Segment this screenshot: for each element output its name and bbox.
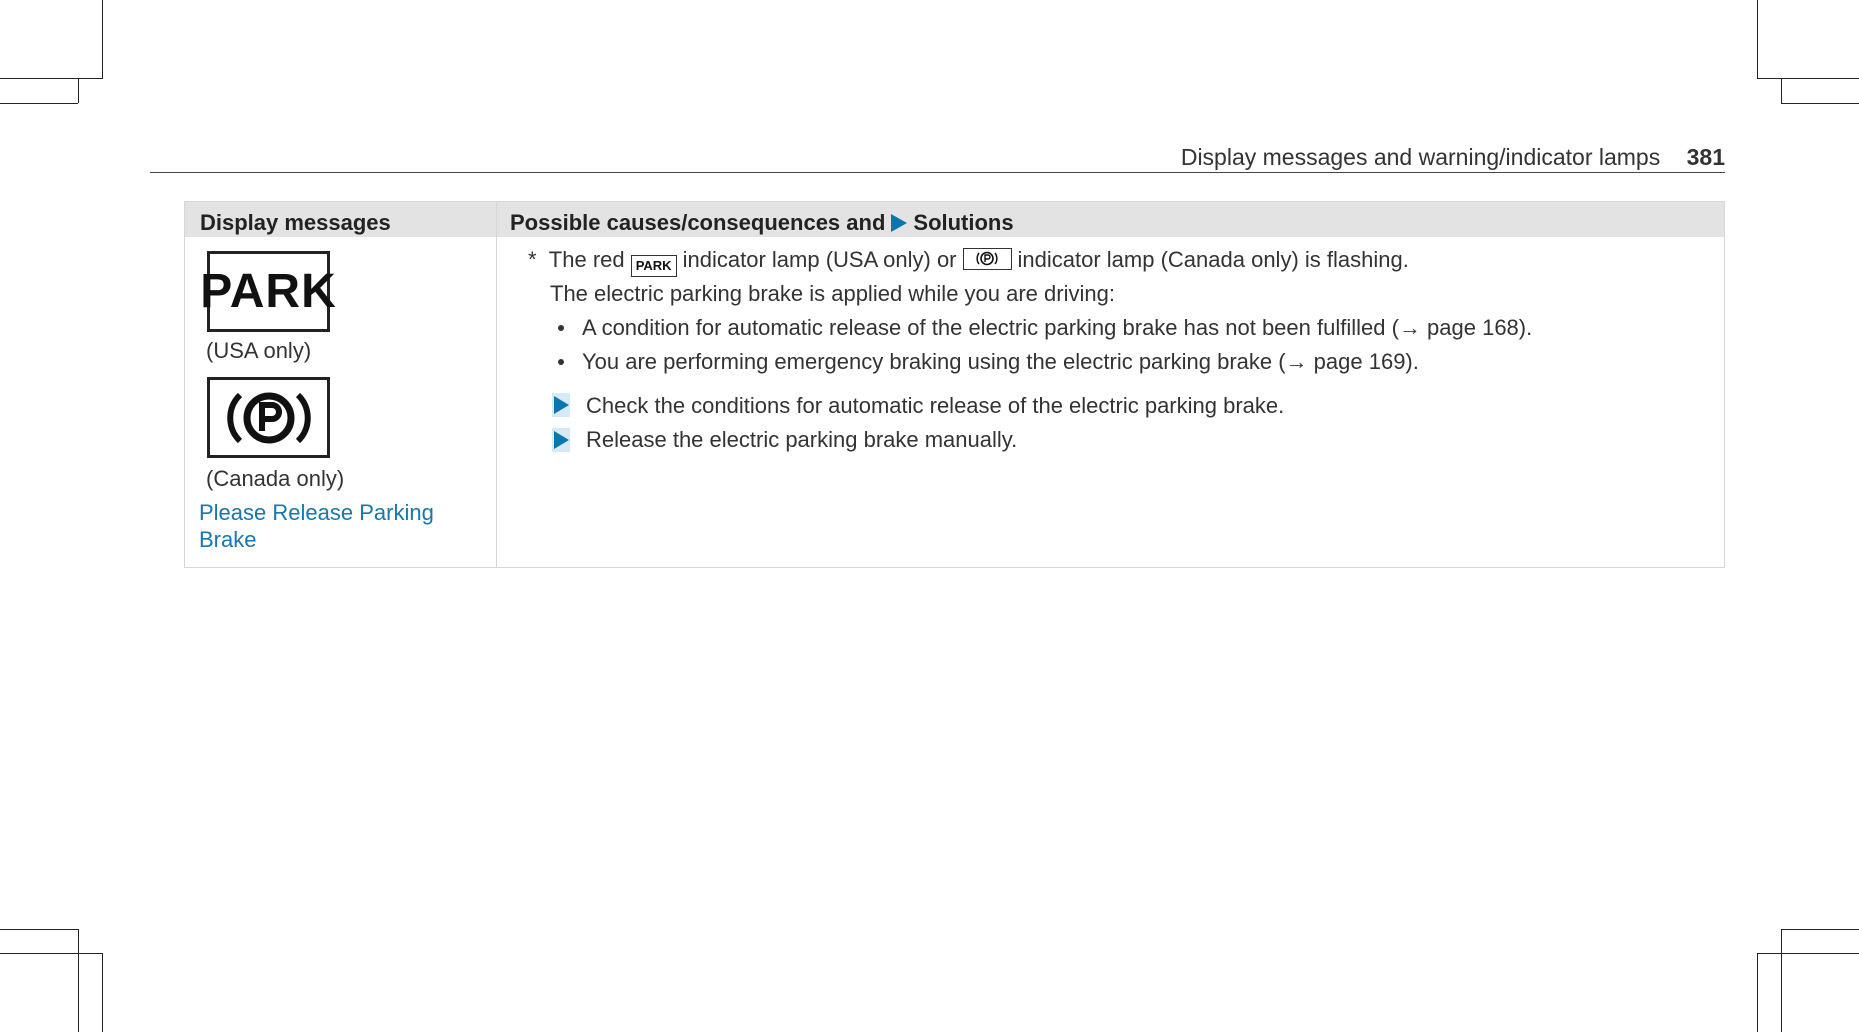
page-number: 381 — [1686, 144, 1725, 170]
display-message-text: Please Release Parking Brake — [199, 500, 434, 552]
header-solutions-label: Solutions — [913, 210, 1014, 235]
parking-brake-p-svg — [226, 392, 311, 443]
header-causes-label: Possible causes/consequences and — [510, 210, 886, 235]
bullet-text-1: A condition for automatic release of the… — [582, 315, 1533, 340]
usa-only-caption: (USA only) — [206, 338, 312, 363]
parking-brake-p-icon — [207, 377, 330, 458]
bullet-text-2: You are performing emergency braking usi… — [582, 349, 1419, 374]
applied-while-driving-line: The electric parking brake is applied wh… — [550, 281, 1115, 306]
park-symbol-text: PARK — [200, 265, 337, 318]
running-head: Display messages and warning/indicator l… — [1181, 144, 1725, 171]
flashing-lamp-line: * The red PARK indicator lamp (USA only) o… — [528, 247, 1409, 277]
table-header: Display messages Possible causes/consequ… — [185, 202, 1724, 237]
park-lamp-inline-icon: PARK — [630, 255, 677, 277]
footnote-star: * — [528, 247, 537, 272]
park-lamp-icon: PARK — [200, 251, 336, 332]
list-item: A condition for automatic release of the… — [558, 315, 1532, 341]
bullet-icon — [558, 359, 564, 365]
solution-arrow-icon — [552, 393, 570, 417]
line1-part-c: indicator lamp (Canada only) is flashing… — [1017, 247, 1409, 272]
header-display-messages: Display messages — [200, 210, 391, 235]
header-rule — [150, 172, 1725, 173]
canada-only-caption: (Canada only) — [206, 466, 345, 491]
solution-arrow-icon — [552, 428, 570, 452]
bullet-icon — [558, 325, 564, 331]
column-divider — [496, 202, 497, 567]
line1-part-b: indicator lamp (USA only) or — [682, 247, 957, 272]
parking-brake-inline-icon — [962, 248, 1012, 270]
solution-step-1: Check the conditions for automatic relea… — [586, 393, 1285, 418]
solution-step-2: Release the electric parking brake manua… — [586, 427, 1018, 452]
line1-part-a: The red — [548, 247, 625, 272]
running-head-title: Display messages and warning/indicator l… — [1180, 144, 1661, 170]
solution-arrow-icon — [891, 214, 908, 232]
header-causes-solutions: Possible causes/consequences and Solution… — [510, 210, 1014, 236]
list-item: You are performing emergency braking usi… — [558, 349, 1419, 375]
